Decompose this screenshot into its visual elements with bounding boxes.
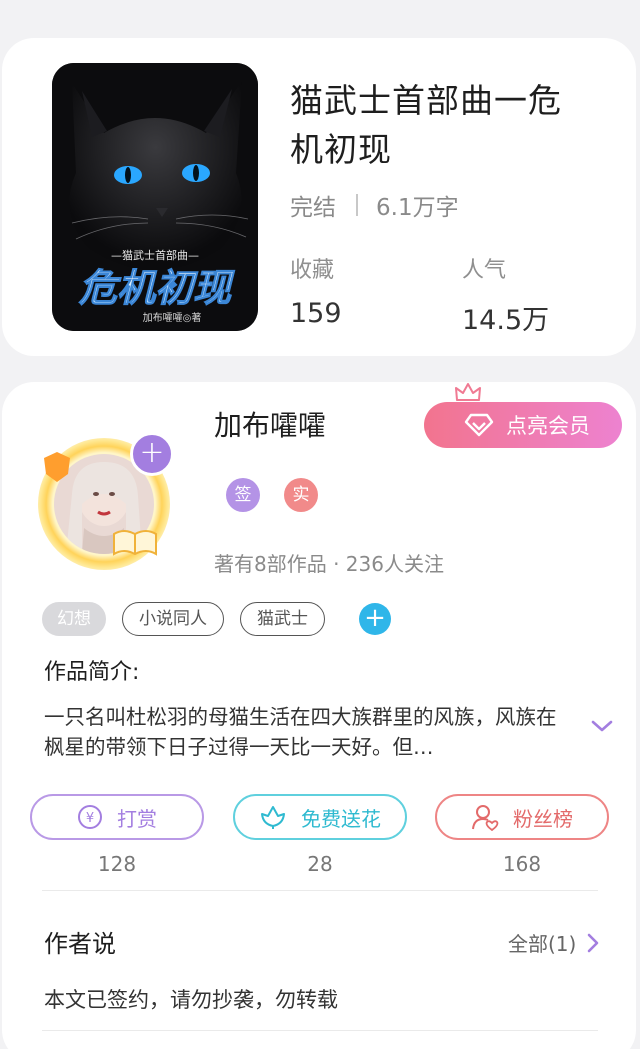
- follow-author-button[interactable]: +: [130, 432, 174, 476]
- fans-rank-button[interactable]: 粉丝榜: [435, 794, 609, 840]
- popularity-value: 14.5万: [462, 305, 550, 336]
- tag-list: 幻想 小说同人 猫武士 +: [42, 602, 391, 636]
- svg-text:¥: ¥: [86, 811, 94, 826]
- book-word-count: 6.1万字: [376, 195, 459, 221]
- book-cover[interactable]: —猫武士首部曲— 危机初现 加布嚯嚯◎著: [52, 63, 258, 331]
- book-info-card: —猫武士首部曲— 危机初现 加布嚯嚯◎著 猫武士首部曲一危机初现 完结 6.1万…: [2, 38, 636, 356]
- tag-item[interactable]: 小说同人: [122, 602, 224, 636]
- favorites-label: 收藏: [290, 258, 335, 283]
- free-flower-label: 免费送花: [301, 806, 381, 831]
- section-divider: [42, 1030, 598, 1031]
- cover-series-text: —猫武士首部曲—: [111, 248, 199, 262]
- status-divider: [356, 194, 358, 216]
- intro-text: 一只名叫杜松羽的母猫生活在四大族群里的风族，风族在枫星的带领下日子过得一天比一天…: [44, 705, 557, 759]
- author-avatar[interactable]: +: [38, 432, 174, 570]
- add-tag-button[interactable]: +: [359, 603, 391, 635]
- reward-count: 128: [97, 852, 137, 876]
- book-icon: [113, 530, 157, 556]
- diamond-icon: [464, 413, 494, 437]
- section-divider: [42, 890, 598, 891]
- chevron-right-icon: [588, 933, 599, 952]
- cover-illustration: —猫武士首部曲— 危机初现 加布嚯嚯◎著: [52, 63, 258, 331]
- book-status: 完结: [290, 195, 336, 221]
- cover-title-text: 危机初现: [78, 266, 235, 310]
- intro-heading: 作品简介:: [44, 660, 140, 685]
- flower-count: 28: [307, 852, 333, 876]
- cover-author-text: 加布嚯嚯◎著: [143, 311, 202, 324]
- tag-item[interactable]: 猫武士: [240, 602, 325, 636]
- flower-icon: [261, 806, 285, 829]
- popularity-label: 人气: [462, 258, 507, 283]
- reward-button[interactable]: ¥ 打赏: [30, 794, 204, 840]
- signed-badge: 签: [226, 478, 260, 512]
- author-meta: 著有8部作品 · 236人关注: [214, 552, 444, 576]
- author-name[interactable]: 加布嚯嚯: [214, 404, 326, 444]
- author-says-text: 本文已签约，请勿抄袭，勿转载: [44, 988, 338, 1012]
- vip-button-label: 点亮会员: [506, 414, 590, 438]
- yen-coin-icon: ¥: [78, 805, 102, 829]
- shield-icon: [44, 452, 70, 482]
- book-title: 猫武士首部曲一危机初现: [290, 81, 562, 169]
- author-says-heading: 作者说: [44, 930, 116, 958]
- fans-count: 168: [502, 852, 542, 876]
- favorites-value: 159: [290, 298, 342, 329]
- book-status-line: 完结 6.1万字: [290, 188, 459, 222]
- reward-label: 打赏: [117, 806, 157, 831]
- author-says-all-label: 全部(1): [508, 932, 577, 956]
- verified-badge: 实: [284, 478, 318, 512]
- tag-item[interactable]: 幻想: [42, 602, 106, 636]
- author-says-all-link[interactable]: 全部(1): [508, 928, 600, 957]
- crown-icon: [455, 383, 481, 401]
- free-flower-button[interactable]: 免费送花: [233, 794, 407, 840]
- author-card: + 加布嚯嚯 点亮会员 签 实 著有8部作品 · 236人关注 幻想 小说同人 …: [2, 382, 636, 1049]
- fans-rank-label: 粉丝榜: [513, 806, 573, 831]
- favorites-stat: 收藏 159: [290, 252, 342, 329]
- chevron-down-icon[interactable]: [590, 718, 614, 734]
- vip-button[interactable]: 点亮会员: [424, 402, 622, 448]
- fan-user-icon: [472, 805, 499, 831]
- popularity-stat: 人气 14.5万: [462, 252, 549, 337]
